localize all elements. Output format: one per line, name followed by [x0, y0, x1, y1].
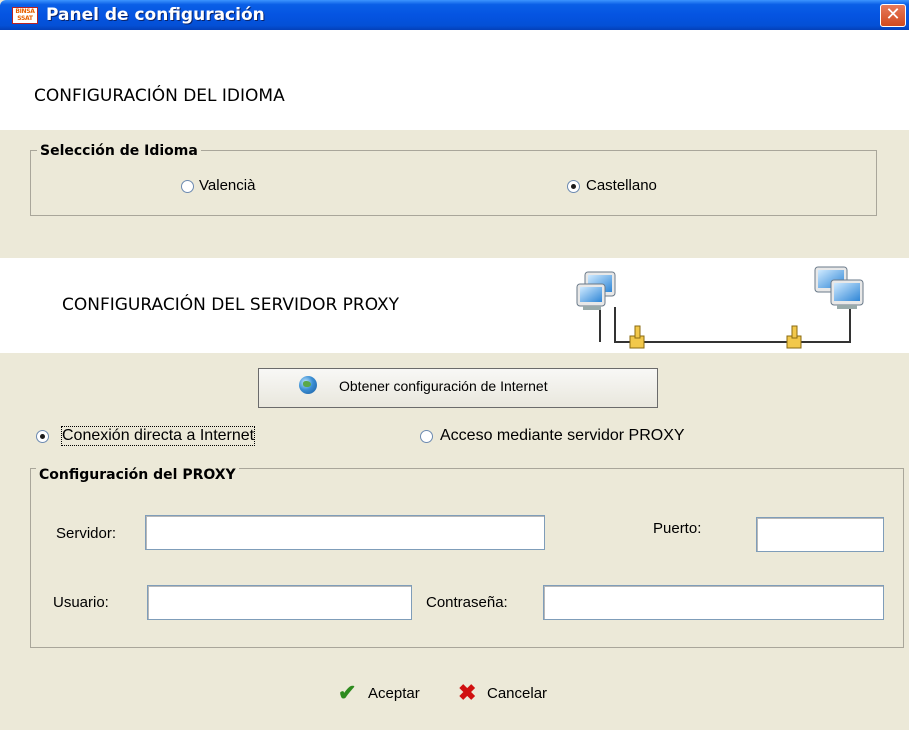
connector-right-icon	[786, 325, 802, 349]
server-input[interactable]	[145, 515, 545, 550]
radio-valencia[interactable]	[181, 180, 194, 193]
radio-castellano[interactable]	[567, 180, 580, 193]
globe-icon	[299, 376, 317, 394]
computer-left-icon	[576, 271, 616, 310]
server-label: Servidor:	[56, 525, 117, 542]
language-section-heading: CONFIGURACIÓN DEL IDIOMA	[34, 86, 285, 106]
user-input[interactable]	[147, 585, 412, 620]
window-title: Panel de configuración	[46, 5, 265, 25]
accept-button[interactable]: ✔ Aceptar	[338, 680, 443, 705]
proxy-config-group-title: Configuración del PROXY	[36, 467, 239, 483]
language-groupbox	[30, 150, 877, 216]
radio-valencia-label[interactable]: Valencià	[199, 177, 255, 194]
red-x-icon: ✖	[458, 680, 477, 705]
app-logo-icon: BINSA SSAT	[12, 7, 38, 24]
radio-proxy-access[interactable]	[420, 430, 433, 443]
proxy-section-heading: CONFIGURACIÓN DEL SERVIDOR PROXY	[62, 295, 400, 315]
accept-button-label: Aceptar	[368, 685, 420, 702]
radio-direct-connection-label[interactable]: Conexión directa a Internet	[60, 426, 256, 446]
app-logo-text-top: BINSA	[15, 8, 35, 15]
checkmark-icon: ✔	[338, 680, 357, 705]
proxy-config-groupbox	[30, 468, 904, 648]
title-bar[interactable]: BINSA SSAT Panel de configuración ✕	[0, 0, 909, 30]
language-group-title: Selección de Idioma	[37, 143, 201, 159]
obtain-config-button-label: Obtener configuración de Internet	[339, 378, 548, 394]
radio-castellano-label[interactable]: Castellano	[586, 177, 657, 194]
password-label: Contraseña:	[426, 594, 508, 611]
connector-left-icon	[629, 325, 645, 349]
network-computers-icon	[576, 266, 864, 349]
radio-direct-connection[interactable]	[36, 430, 49, 443]
close-button[interactable]: ✕	[880, 4, 906, 27]
user-label: Usuario:	[53, 594, 109, 611]
radio-proxy-access-label[interactable]: Acceso mediante servidor PROXY	[440, 427, 685, 445]
cancel-button-label: Cancelar	[487, 685, 548, 702]
network-cable	[614, 307, 851, 343]
config-window: BINSA SSAT Panel de configuración ✕ CONF…	[0, 0, 909, 730]
password-input[interactable]	[543, 585, 884, 620]
cancel-button[interactable]: ✖ Cancelar	[458, 680, 573, 705]
computer-right-icon	[814, 266, 864, 309]
language-header-band	[0, 30, 909, 130]
port-input[interactable]	[756, 517, 884, 552]
obtain-config-button[interactable]: Obtener configuración de Internet	[258, 368, 658, 408]
port-label: Puerto:	[653, 520, 702, 537]
app-logo-text-bottom: SSAT	[17, 15, 33, 22]
